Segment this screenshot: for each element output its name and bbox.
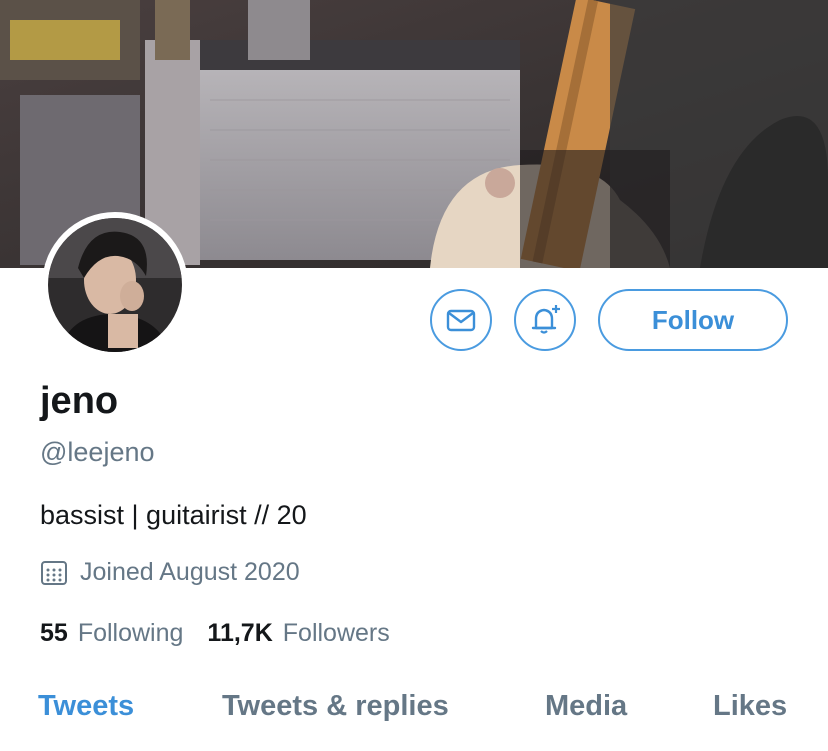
- joined-text: Joined August 2020: [80, 558, 300, 586]
- message-button[interactable]: [430, 289, 492, 351]
- followers-link[interactable]: 11,7K Followers: [207, 619, 413, 648]
- follow-stats: 55 Following 11,7K Followers: [40, 619, 414, 648]
- tab-tweets-and-replies[interactable]: Tweets & replies: [222, 690, 449, 723]
- tab-likes[interactable]: Likes: [713, 690, 787, 723]
- avatar-photo: [48, 218, 182, 352]
- followers-label: Followers: [282, 619, 390, 647]
- notifications-button[interactable]: [514, 289, 576, 351]
- joined-date: Joined August 2020: [40, 558, 300, 587]
- calendar-icon: [41, 560, 67, 585]
- following-label: Following: [77, 619, 184, 647]
- bell-plus-icon: [531, 305, 560, 334]
- tab-media[interactable]: Media: [545, 690, 627, 723]
- profile-handle: @leejeno: [40, 437, 155, 467]
- followers-count: 11,7K: [207, 619, 273, 647]
- follow-button[interactable]: Follow: [598, 289, 788, 351]
- profile-avatar[interactable]: [42, 212, 188, 358]
- profile-bio: bassist | guitairist // 20: [40, 500, 307, 530]
- following-count: 55: [40, 619, 68, 647]
- tab-tweets[interactable]: Tweets: [38, 690, 134, 723]
- envelope-icon: [446, 309, 476, 332]
- profile-name: jeno: [40, 380, 119, 422]
- following-link[interactable]: 55 Following: [40, 619, 207, 648]
